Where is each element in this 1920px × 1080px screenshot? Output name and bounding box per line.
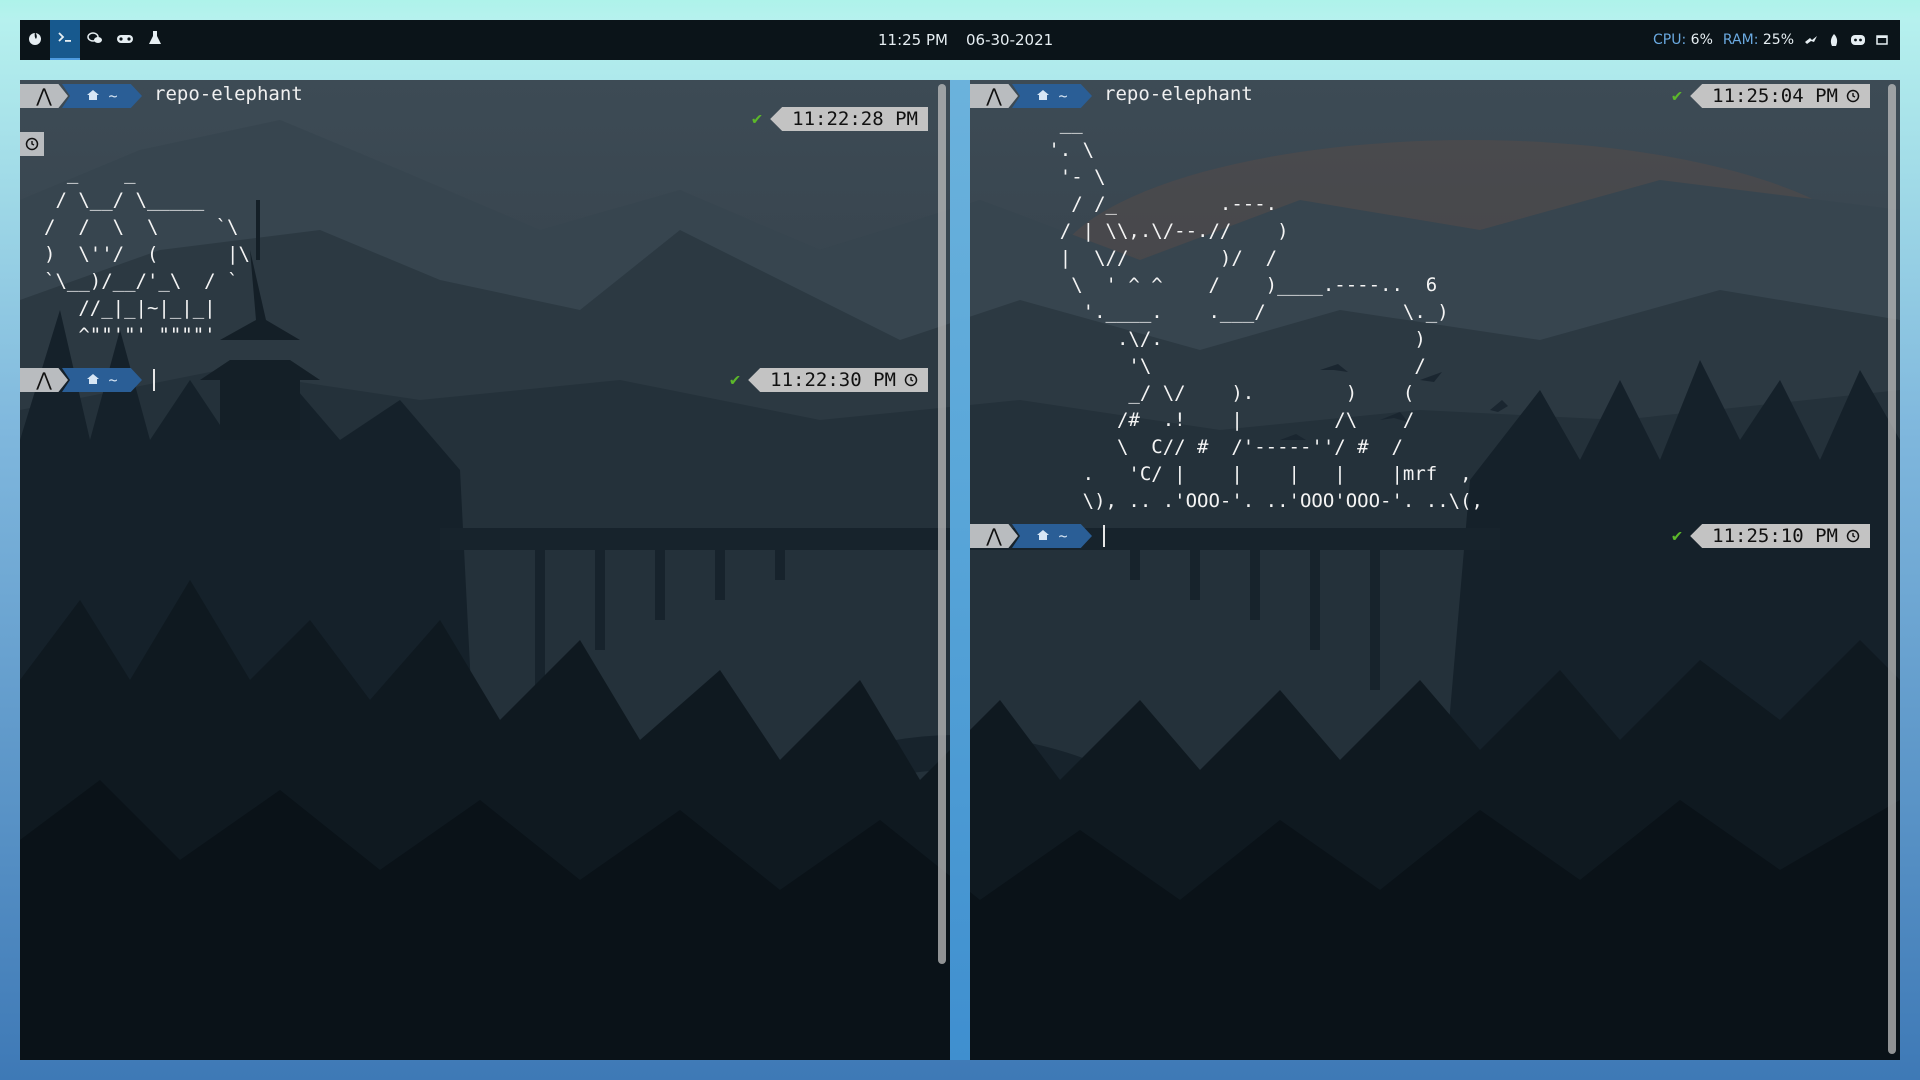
ram-value: 25% bbox=[1762, 32, 1794, 48]
clock-widget[interactable]: 11:25 PM 06-30-2021 bbox=[878, 20, 1053, 60]
cpu-monitor[interactable]: CPU: 6% bbox=[1653, 32, 1713, 48]
arch-icon: ⋀ bbox=[986, 85, 1002, 107]
window-gap bbox=[950, 80, 970, 1060]
top-panel: 11:25 PM 06-30-2021 CPU: 6% RAM: 25% bbox=[20, 20, 1900, 60]
prompt-directory: repo-elephant bbox=[154, 83, 303, 105]
arch-icon: ⋀ bbox=[36, 85, 52, 107]
flame-tray-icon[interactable] bbox=[1828, 33, 1840, 47]
prompt-timestamp: 11:25:04 PM bbox=[1690, 84, 1870, 108]
workspace-4[interactable] bbox=[110, 20, 140, 60]
arch-icon: ⋀ bbox=[986, 525, 1002, 547]
clock-time: 11:25 PM bbox=[878, 31, 948, 49]
home-segment: ~ bbox=[1012, 84, 1092, 108]
fire-icon bbox=[28, 31, 42, 49]
scrollbar[interactable] bbox=[1888, 84, 1896, 1054]
steam-icon[interactable] bbox=[1804, 34, 1818, 46]
prompt-directory: repo-elephant bbox=[1104, 83, 1253, 105]
right-prompt-1: ✔ 11:25:04 PM bbox=[1672, 84, 1870, 108]
timestamp-text: 11:22:28 PM bbox=[792, 108, 918, 130]
home-icon bbox=[1036, 87, 1050, 105]
clock-icon bbox=[904, 373, 918, 387]
discord-icon[interactable] bbox=[1850, 34, 1866, 46]
success-check-icon: ✔ bbox=[1671, 86, 1683, 106]
home-icon bbox=[1036, 527, 1050, 545]
ascii-art-creature: _ _ / \__/ \_____ / / \ \ `\ ) \''/ ( |\… bbox=[44, 162, 250, 346]
right-prompt-2: ✔ 11:22:30 PM bbox=[730, 368, 928, 392]
prompt-timestamp: 11:22:28 PM bbox=[770, 107, 928, 131]
clock-date: 06-30-2021 bbox=[965, 31, 1054, 49]
flask-icon bbox=[148, 30, 162, 50]
home-segment: ~ bbox=[1012, 524, 1092, 548]
right-prompt-1: ✔ 11:22:28 PM bbox=[752, 107, 928, 131]
workspace-5[interactable] bbox=[140, 20, 170, 60]
workspace-1[interactable] bbox=[20, 20, 50, 60]
arch-icon: ⋀ bbox=[36, 369, 52, 391]
home-segment: ~ bbox=[62, 368, 142, 392]
window-icon[interactable] bbox=[1876, 34, 1888, 46]
cpu-label: CPU: bbox=[1653, 32, 1687, 48]
timestamp-text: 11:25:04 PM bbox=[1712, 85, 1838, 107]
prompt-timestamp: 11:22:30 PM bbox=[748, 368, 928, 392]
home-icon bbox=[86, 87, 100, 105]
home-tilde: ~ bbox=[1058, 527, 1068, 545]
success-check-icon: ✔ bbox=[751, 109, 763, 129]
gamepad-icon bbox=[116, 31, 134, 49]
text-cursor[interactable] bbox=[153, 369, 155, 391]
home-tilde: ~ bbox=[108, 371, 118, 389]
arch-segment: ⋀ bbox=[20, 84, 68, 108]
system-tray: CPU: 6% RAM: 25% bbox=[1653, 20, 1888, 60]
arch-segment: ⋀ bbox=[970, 84, 1018, 108]
success-check-icon: ✔ bbox=[729, 370, 741, 390]
home-segment: ~ bbox=[62, 84, 142, 108]
prompt-timestamp: 11:25:10 PM bbox=[1690, 524, 1870, 548]
timestamp-text: 11:25:10 PM bbox=[1712, 525, 1838, 547]
timestamp-text: 11:22:30 PM bbox=[770, 369, 896, 391]
clock-icon bbox=[20, 132, 44, 156]
scrollbar[interactable] bbox=[938, 84, 946, 964]
arch-segment: ⋀ bbox=[20, 368, 68, 392]
home-tilde: ~ bbox=[108, 87, 118, 105]
home-icon bbox=[86, 371, 100, 389]
ascii-art-elephant: __ '. \ '- \ / /_ .---. / | \\,.\/--.// … bbox=[1048, 112, 1483, 512]
clock-icon bbox=[1846, 89, 1860, 103]
clock-icon bbox=[1846, 529, 1860, 543]
right-prompt-2: ✔ 11:25:10 PM bbox=[1672, 524, 1870, 548]
chat-icon bbox=[87, 31, 103, 49]
workspace-2[interactable] bbox=[50, 20, 80, 60]
terminal-window-left[interactable]: ⋀ ~ repo-elephant ✔ 11:22:28 PM _ _ / \_… bbox=[20, 80, 950, 1060]
terminal-window-right[interactable]: ⋀ ~ repo-elephant ✔ 11:25:04 PM __ '. \ … bbox=[970, 80, 1900, 1060]
ram-label: RAM: bbox=[1722, 32, 1759, 48]
success-check-icon: ✔ bbox=[1671, 526, 1683, 546]
terminal-icon bbox=[57, 30, 73, 48]
home-tilde: ~ bbox=[1058, 87, 1068, 105]
text-cursor[interactable] bbox=[1103, 525, 1105, 547]
arch-segment: ⋀ bbox=[970, 524, 1018, 548]
workspace-3[interactable] bbox=[80, 20, 110, 60]
cpu-value: 6% bbox=[1690, 32, 1713, 48]
ram-monitor[interactable]: RAM: 25% bbox=[1723, 32, 1794, 48]
